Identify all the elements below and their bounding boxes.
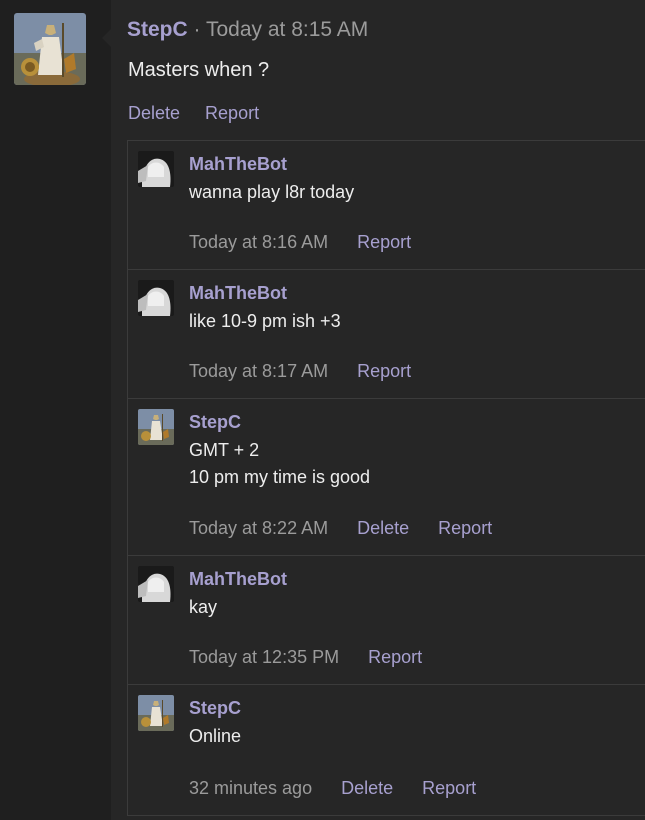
reply-text: Online [189,723,241,750]
reply-item: MahTheBot like 10-9 pm ish +3 Today at 8… [128,270,645,399]
reply-text: wanna play l8r today [189,179,354,206]
reply-author-name[interactable]: StepC [189,410,241,434]
post-body: Masters when ? [128,59,270,81]
reply-meta: Today at 8:16 AM Report [189,230,435,254]
athena-statue-avatar-image [138,409,174,445]
reply-item: MahTheBot wanna play l8r today Today at … [128,141,645,270]
athena-statue-avatar-image [14,13,86,85]
reply-delete-link[interactable]: Delete [341,778,393,798]
reply-report-link[interactable]: Report [438,518,492,538]
reply-timestamp: Today at 12:35 PM [189,647,340,667]
reply-item: StepC Online 32 minutes ago Delete Repor… [128,685,645,816]
reply-author-name[interactable]: MahTheBot [189,567,287,591]
reply-text: like 10-9 pm ish +3 [189,308,341,335]
post-header: StepC · Today at 8:15 AM [127,16,368,44]
reply-text: GMT + 2 10 pm my time is good [189,437,370,491]
reply-text-line: like 10-9 pm ish +3 [189,311,341,331]
reply-timestamp: Today at 8:16 AM [189,232,329,252]
pale-figure-avatar-image [138,566,174,602]
left-gutter [0,0,111,820]
reply-report-link[interactable]: Report [357,361,411,381]
reply-avatar[interactable] [138,566,174,602]
reply-timestamp: 32 minutes ago [189,778,313,798]
reply-timestamp: Today at 8:22 AM [189,518,329,538]
post-actions: Delete Report [128,100,279,126]
reply-meta: Today at 8:22 AM Delete Report [189,516,516,540]
reply-meta: 32 minutes ago Delete Report [189,776,500,800]
header-separator: · [193,18,201,41]
pale-figure-avatar-image [138,151,174,187]
reply-delete-link[interactable]: Delete [357,518,409,538]
post-author-avatar[interactable] [14,13,86,85]
reply-author-name[interactable]: StepC [189,696,241,720]
reply-timestamp: Today at 8:17 AM [189,361,329,381]
post-timestamp: Today at 8:15 AM [206,18,369,41]
reply-avatar[interactable] [138,151,174,187]
reply-report-link[interactable]: Report [357,232,411,252]
reply-text-line: kay [189,597,218,617]
reply-avatar[interactable] [138,280,174,316]
reply-report-link[interactable]: Report [368,647,422,667]
reply-text-line: wanna play l8r today [189,182,355,202]
reply-avatar[interactable] [138,409,174,445]
post-report-link[interactable]: Report [205,103,259,123]
post-pointer [102,28,112,48]
reply-author-name[interactable]: MahTheBot [189,152,287,176]
reply-report-link[interactable]: Report [422,778,476,798]
reply-avatar[interactable] [138,695,174,731]
reply-text: kay [189,594,217,621]
reply-text-line: Online [189,726,242,746]
reply-text-line: 10 pm my time is good [189,467,371,487]
reply-item: StepC GMT + 2 10 pm my time is good Toda… [128,399,645,556]
reply-author-name[interactable]: MahTheBot [189,281,287,305]
post-author-name[interactable]: StepC [127,18,188,41]
pale-figure-avatar-image [138,280,174,316]
reply-meta: Today at 8:17 AM Report [189,359,435,383]
athena-statue-avatar-image [138,695,174,731]
reply-text-line: GMT + 2 [189,440,260,460]
post-delete-link[interactable]: Delete [128,103,180,123]
reply-meta: Today at 12:35 PM Report [189,645,446,669]
reply-list: MahTheBot wanna play l8r today Today at … [127,140,645,816]
reply-item: MahTheBot kay Today at 12:35 PM Report [128,556,645,685]
